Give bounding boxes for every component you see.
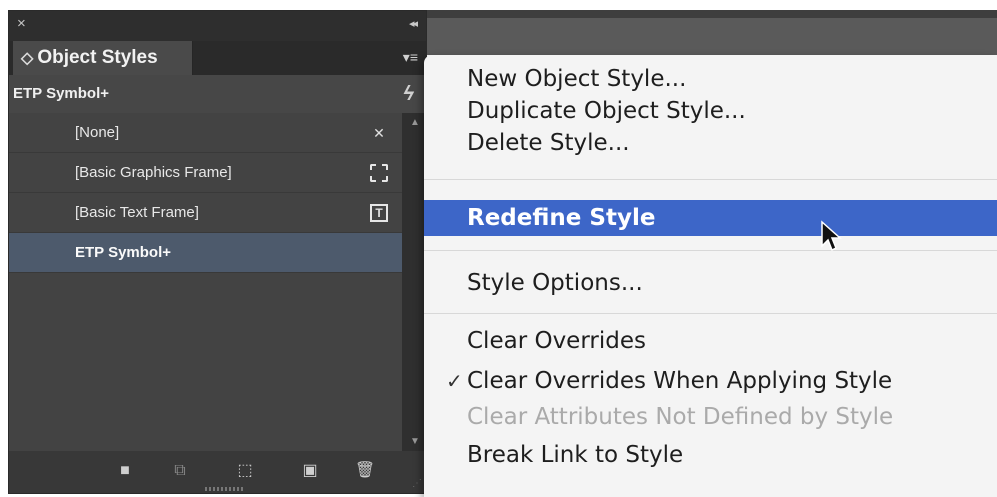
menu-item-label: Duplicate Object Style... [467,98,746,124]
graphics-frame-icon [370,164,388,182]
menu-item-label: Clear Overrides [467,328,646,354]
menu-item-label: Delete Style... [467,130,630,156]
tab-chevron-icon: ◇ [21,50,34,67]
panel-title-bar: × ◂◂ [9,11,426,41]
menu-item-clear-overrides-when-applying[interactable]: ✓ Clear Overrides When Applying Style [424,365,997,397]
corner-resize-icon[interactable]: ⋰ [412,478,422,489]
menu-item-duplicate-object-style[interactable]: Duplicate Object Style... [424,95,997,127]
style-group-name: ETP Symbol+ [13,85,110,102]
menu-item-label: Style Options... [467,270,643,296]
panel-context-menu: New Object Style... Duplicate Object Sty… [424,55,997,497]
style-row-etp-symbol[interactable]: ETP Symbol+ [9,233,402,273]
style-row-none[interactable]: [None] ✕ [9,113,402,153]
checkmark-icon: ✓ [446,369,463,393]
lightning-bolt-icon[interactable]: ϟ [403,75,414,113]
menu-item-delete-style[interactable]: Delete Style... [424,127,997,159]
collapse-icon[interactable]: ◂◂ [409,17,418,30]
menu-item-clear-overrides[interactable]: Clear Overrides [424,325,997,357]
scroll-up-icon[interactable]: ▲ [410,117,420,128]
style-list: [None] ✕ [Basic Graphics Frame] [Basic T… [9,113,402,451]
new-style-icon[interactable]: ▣ [299,462,321,480]
style-row-basic-text-frame[interactable]: [Basic Text Frame] T [9,193,402,233]
clear-overrides-icon[interactable]: ⬚ [234,462,256,480]
window-background-band [410,10,997,18]
text-frame-icon: T [370,204,388,222]
folder-icon[interactable]: ■ [114,462,136,480]
menu-separator [424,250,997,251]
style-row-label: [Basic Text Frame] [75,204,199,221]
resize-grip[interactable] [205,487,245,491]
menu-item-label: Clear Overrides When Applying Style [467,368,893,394]
menu-separator [424,179,997,180]
menu-item-clear-attributes-not-defined: Clear Attributes Not Defined by Style [424,401,997,433]
panel-tab-row: ◇ Object Styles ▾≡ [9,41,426,75]
style-row-basic-graphics-frame[interactable]: [Basic Graphics Frame] [9,153,402,193]
panel-menu-icon[interactable]: ▾≡ [403,49,418,66]
tab-title: Object Styles [37,47,158,68]
object-styles-panel: × ◂◂ ◇ Object Styles ▾≡ ETP Symbol+ ϟ [No… [8,10,427,494]
link-style-icon[interactable]: ⧉ [169,462,191,480]
mouse-cursor-icon [821,220,842,252]
style-row-label: [None] [75,124,120,141]
menu-item-style-options[interactable]: Style Options... [424,267,997,299]
style-row-label: ETP Symbol+ [75,244,172,261]
menu-item-label: Redefine Style [467,205,656,231]
style-group-header: ETP Symbol+ ϟ [9,75,426,113]
menu-item-label: Break Link to Style [467,442,684,468]
menu-item-break-link-to-style[interactable]: Break Link to Style [424,439,997,471]
panel-bottom-toolbar: ■ ⧉ ⬚ ▣ 🗑 ⋰ [9,451,426,493]
trash-icon[interactable]: 🗑 [354,462,376,480]
scroll-down-icon[interactable]: ▼ [410,436,420,447]
menu-item-label: New Object Style... [467,66,687,92]
menu-item-new-object-style[interactable]: New Object Style... [424,63,997,95]
menu-item-redefine-style[interactable]: Redefine Style [424,200,997,236]
menu-separator [424,313,997,314]
menu-item-label: Clear Attributes Not Defined by Style [467,404,894,430]
style-row-label: [Basic Graphics Frame] [75,164,232,181]
tab-object-styles[interactable]: ◇ Object Styles [13,41,193,75]
close-icon[interactable]: × [17,15,26,33]
no-frame-icon: ✕ [373,125,385,141]
